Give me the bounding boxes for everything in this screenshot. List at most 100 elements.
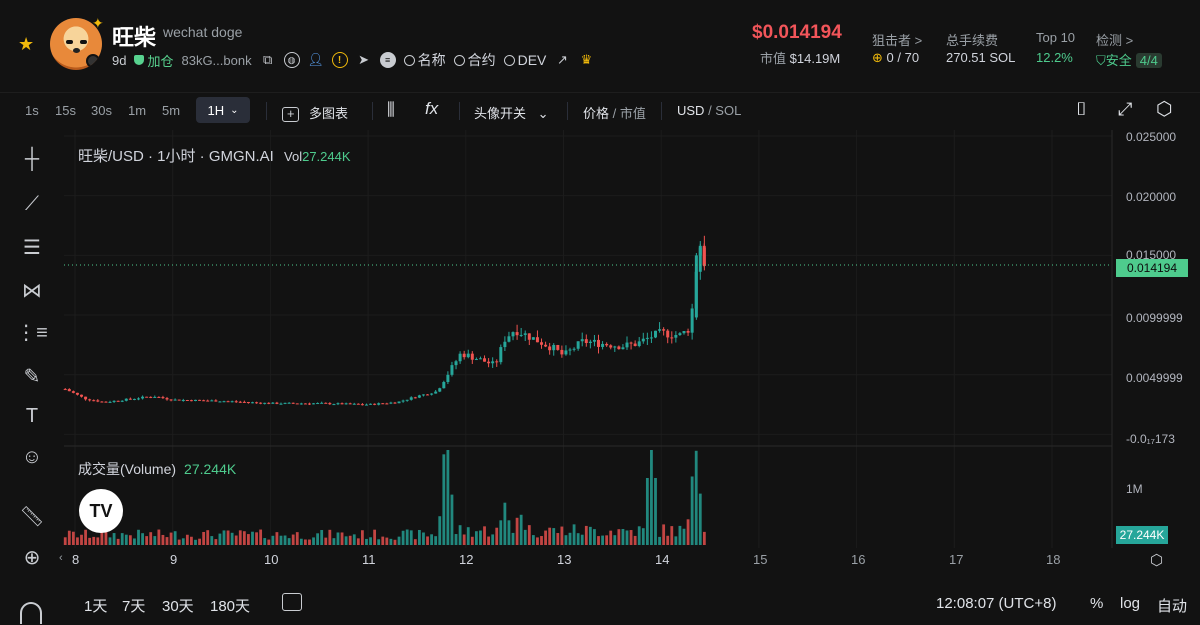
volume-bar	[185, 534, 189, 545]
range-7d[interactable]: 7天	[122, 595, 145, 616]
snipers-stat[interactable]: 狙击者 > ⊕ 0 / 70	[872, 30, 923, 65]
candle-body	[173, 399, 177, 401]
log-toggle[interactable]: log	[1120, 595, 1140, 612]
volume-bar	[470, 536, 474, 545]
candle-body	[67, 389, 71, 392]
candle-body	[332, 404, 336, 406]
price-mcap-toggle[interactable]: 价格 / 市值	[583, 103, 646, 122]
candle-body	[478, 358, 482, 360]
volume-bar	[523, 529, 527, 545]
warning-icon[interactable]: !	[331, 52, 348, 68]
candle-body	[149, 396, 153, 398]
chevron-down-icon: ⌄	[537, 106, 549, 121]
avatar-toggle-dropdown[interactable]: 头像开关 ⌄	[474, 103, 549, 122]
candle-body	[214, 400, 218, 402]
settings-gear-icon[interactable]: ⬡	[1156, 98, 1173, 121]
search-contract-link[interactable]: 合约	[453, 50, 496, 70]
volume-bar	[320, 530, 324, 545]
volume-bar	[287, 538, 291, 545]
percent-toggle[interactable]: %	[1090, 595, 1103, 612]
currency-toggle[interactable]: USD / SOL	[677, 103, 741, 118]
snipers-label: 狙击者 >	[872, 33, 923, 48]
volume-bar	[242, 531, 246, 545]
volume-bar	[194, 539, 197, 545]
candle-body	[71, 391, 75, 393]
telegram-icon[interactable]: ➤	[356, 52, 372, 68]
crown-icon[interactable]: ♛	[578, 52, 594, 68]
volume-bar	[650, 450, 653, 545]
search-name-link[interactable]: 名称	[403, 50, 446, 70]
volume-bar	[283, 535, 287, 545]
multi-chart-button[interactable]: + 多图表	[282, 103, 348, 123]
axis-settings-icon[interactable]: ⬡	[1150, 551, 1168, 569]
candle-body	[108, 401, 112, 403]
volume-bar	[88, 537, 92, 545]
volume-bar	[658, 536, 661, 545]
y-tick: 0.025000	[1126, 130, 1177, 144]
candle-body	[246, 402, 250, 404]
fullscreen-icon[interactable]: ⤢	[1118, 99, 1132, 120]
candle-body	[417, 395, 421, 398]
volume-bar	[275, 532, 279, 545]
volume-bar	[450, 494, 454, 545]
candle-body	[641, 338, 645, 342]
add-position-button[interactable]: 加仓	[134, 51, 173, 70]
interval-1s[interactable]: 1s	[25, 103, 39, 118]
interval-30s[interactable]: 30s	[91, 103, 112, 118]
candle-body	[454, 361, 458, 366]
candle-body	[540, 342, 544, 345]
volume-bar	[426, 536, 429, 545]
candle-body	[116, 400, 120, 402]
calendar-range-icon[interactable]	[282, 593, 302, 615]
audit-badge: 4/4	[1135, 53, 1162, 68]
copy-icon[interactable]: ⧉	[260, 52, 276, 68]
scroll-left-icon[interactable]: ‹	[59, 552, 63, 564]
range-1d[interactable]: 1天	[84, 595, 107, 616]
candle-body	[702, 245, 706, 265]
position-icon	[134, 55, 145, 65]
candle-body	[364, 404, 368, 406]
camera-icon[interactable]: ⌷	[1076, 99, 1087, 120]
candle-body	[104, 401, 108, 403]
candle-body	[356, 403, 360, 405]
interval-15s[interactable]: 15s	[55, 103, 76, 118]
share-icon[interactable]: ↗	[554, 52, 570, 68]
volume-bar	[149, 532, 153, 545]
candle-body	[576, 341, 580, 349]
volume-bar	[621, 528, 625, 545]
volume-bar	[210, 536, 214, 545]
fees-label: 总手续费	[946, 33, 999, 48]
audit-stat[interactable]: 检测 > ⛉安全 4/4	[1096, 30, 1162, 68]
clock[interactable]: 12:08:07 (UTC+8)	[936, 595, 1056, 612]
tradingview-logo[interactable]: TV	[79, 489, 123, 533]
candle-body	[617, 346, 621, 350]
candle-body	[137, 398, 141, 400]
candle-body	[299, 403, 303, 405]
candle-body	[572, 348, 576, 350]
menu-circle-icon[interactable]: ≡	[379, 52, 396, 68]
volume-bar	[393, 539, 397, 545]
candle-body	[470, 353, 474, 360]
price-chart[interactable]	[0, 130, 1120, 550]
interval-5m[interactable]: 5m	[162, 103, 180, 118]
range-180d[interactable]: 180天	[210, 595, 250, 616]
candle-body	[580, 339, 584, 342]
candles-icon[interactable]: ⫼	[387, 100, 395, 120]
volume-legend-value: 27.244K	[184, 461, 237, 477]
globe-icon[interactable]: ◍	[283, 52, 300, 68]
candle-body	[316, 403, 320, 405]
range-30d[interactable]: 30天	[162, 595, 194, 616]
interval-1m[interactable]: 1m	[128, 103, 146, 118]
candle-body	[409, 397, 413, 400]
user-icon[interactable]: 👤︎	[307, 52, 324, 68]
search-dev-link[interactable]: DEV	[503, 52, 546, 68]
volume-bar	[112, 533, 116, 545]
interval-dropdown[interactable]: 1H ⌄	[196, 97, 250, 123]
favorite-star-icon[interactable]: ★	[18, 34, 34, 55]
auto-toggle[interactable]: 自动	[1157, 595, 1187, 616]
candle-body	[312, 403, 316, 405]
volume-bar	[299, 538, 303, 545]
indicators-icon[interactable]: fx	[425, 99, 438, 119]
chevron-down-icon: ⌄	[230, 104, 239, 116]
candle-body	[552, 344, 556, 351]
